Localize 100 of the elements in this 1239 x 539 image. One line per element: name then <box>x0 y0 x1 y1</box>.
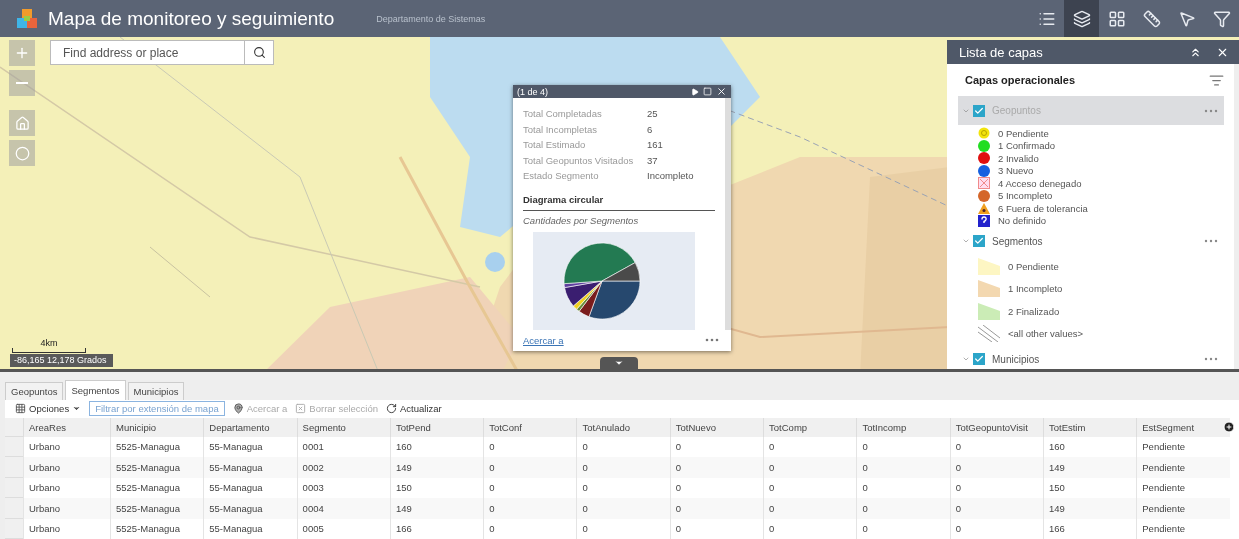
table-cell: 0 <box>763 457 857 478</box>
table-cell: 0 <box>576 457 670 478</box>
legend-label: 1 Confirmado <box>998 140 1056 152</box>
table-cell: Urbano <box>23 498 110 519</box>
legend-label: 1 Incompleto <box>1008 283 1063 295</box>
table-cell: 5525-Managua <box>110 457 204 478</box>
maximize-icon[interactable] <box>703 87 712 97</box>
field-label: Total Geopuntos Visitados <box>523 154 635 168</box>
search-icon <box>252 46 266 59</box>
table-cell: 0 <box>669 457 764 478</box>
expand-icon[interactable] <box>962 237 970 245</box>
layer-checkbox[interactable] <box>973 353 985 365</box>
table-cell: 149 <box>1042 498 1137 519</box>
home-button[interactable] <box>9 110 35 136</box>
field-value: 6 <box>647 123 654 137</box>
table-cell: 0 <box>949 498 1043 519</box>
field-label: Estado Segmento <box>523 170 600 184</box>
table-cell: 149 <box>389 457 484 478</box>
clear-icon <box>295 403 307 414</box>
legend-label: 4 Acceso denegado <box>998 177 1082 189</box>
table-tab[interactable]: Segmentos <box>65 379 126 400</box>
table-cell: 149 <box>1042 457 1137 478</box>
legend-label: 6 Fuera de tolerancia <box>998 202 1088 214</box>
scale-label: 4km <box>40 337 58 348</box>
layer-name: Segmentos <box>992 235 1043 247</box>
table-cell: Urbano <box>23 457 110 478</box>
chart-caption: Cantidades por Segmentos <box>523 214 640 226</box>
table-cell: 55-Managua <box>203 457 297 478</box>
options-button[interactable]: Opciones <box>15 403 82 414</box>
layer-name: Municipios <box>992 353 1040 365</box>
popup-counter: (1 de 4) <box>517 86 549 97</box>
grid-icon <box>15 403 26 414</box>
field-label: Total Estimado <box>523 139 587 153</box>
pointer-icon <box>1177 9 1196 28</box>
layer-checkbox[interactable] <box>973 104 985 117</box>
legend-label: 2 Finalizado <box>1008 305 1060 317</box>
table-cell: 0004 <box>296 498 390 519</box>
table-cell: 0 <box>483 457 577 478</box>
zoom-to-link[interactable]: Acercar a <box>523 334 564 346</box>
app-title: Mapa de monitoreo y seguimiento <box>48 7 335 30</box>
zoom-out-button[interactable] <box>9 70 35 96</box>
legend-label: 0 Pendiente <box>1008 260 1059 272</box>
chart-heading: Diagrama circular <box>523 193 715 211</box>
app-subtitle: Departamento de Sistemas <box>376 13 486 24</box>
table-cell: 0 <box>576 498 670 519</box>
grid-icon <box>1107 9 1126 28</box>
layer-row[interactable]: Segmentos <box>958 229 1224 253</box>
table-cell: Pendiente <box>1136 498 1230 519</box>
legend-label: <all other values> <box>1008 328 1083 340</box>
table-tab[interactable]: Municipios <box>127 381 185 400</box>
more-icon[interactable] <box>1204 357 1218 361</box>
field-label: Total Completadas <box>523 108 603 122</box>
refresh-icon <box>386 403 397 414</box>
table-cell: 5525-Managua <box>110 498 204 519</box>
cubes-logo-icon <box>16 7 38 30</box>
filter-icon <box>1212 9 1231 28</box>
panel-title: Lista de capas <box>959 44 1043 60</box>
toolbar-button[interactable] <box>1064 0 1099 37</box>
more-icon[interactable] <box>1204 108 1218 113</box>
caret-icon <box>72 404 82 413</box>
field-value: 37 <box>647 154 659 168</box>
add-column-icon[interactable] <box>1223 420 1235 433</box>
legend-label: No definido <box>998 215 1047 227</box>
refresh-button[interactable]: Actualizar <box>386 403 442 414</box>
legend-label: 0 Pendiente <box>998 127 1049 139</box>
next-icon[interactable] <box>691 87 699 96</box>
layer-checkbox[interactable] <box>973 235 985 247</box>
table-cell: 0 <box>669 498 764 519</box>
field-value: 161 <box>647 139 664 153</box>
table-cell: 0 <box>763 498 857 519</box>
filter-list-icon[interactable] <box>1209 72 1224 88</box>
plus-icon <box>14 45 30 61</box>
minus-icon <box>16 82 28 84</box>
field-label: Total Incompletas <box>523 123 598 137</box>
expand-icon[interactable] <box>962 355 970 363</box>
more-icon[interactable] <box>1204 239 1218 243</box>
field-value: Incompleto <box>647 170 695 184</box>
table-cell: 0 <box>856 457 950 478</box>
table-cell: 0 <box>856 498 950 519</box>
table-cell: 55-Managua <box>203 498 297 519</box>
close-icon[interactable] <box>716 86 727 98</box>
layer-row[interactable]: Municipios <box>958 347 1224 369</box>
search-field[interactable]: Find address or place <box>50 40 244 65</box>
more-icon[interactable] <box>705 338 719 343</box>
table-cell: 0 <box>949 457 1043 478</box>
legend-label: 2 Invalido <box>998 152 1039 164</box>
circle-icon <box>14 145 30 161</box>
table-cell: Pendiente <box>1136 457 1230 478</box>
section-title: Capas operacionales <box>965 74 1076 86</box>
table-tab[interactable]: Geopuntos <box>5 381 64 400</box>
table-cell: 149 <box>389 498 484 519</box>
ruler-icon <box>1142 9 1161 28</box>
table-cell: 0 <box>483 498 577 519</box>
table-cell: 0002 <box>296 457 390 478</box>
legend-label: 3 Nuevo <box>998 165 1034 177</box>
home-icon <box>14 115 30 131</box>
pin-icon <box>232 403 244 414</box>
search-button[interactable] <box>244 40 274 65</box>
legend-label: 5 Incompleto <box>998 190 1053 202</box>
field-value: 25 <box>647 108 659 122</box>
